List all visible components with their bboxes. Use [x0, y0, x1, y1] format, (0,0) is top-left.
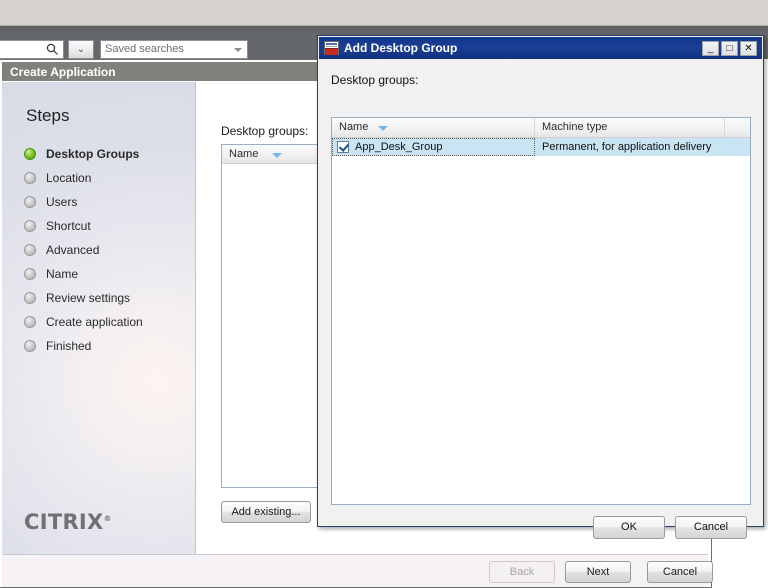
step-bullet-icon [24, 220, 36, 232]
next-label: Next [586, 566, 610, 578]
table-cell-name-label: App_Desk_Group [355, 141, 443, 153]
add-existing-label: Add existing... [231, 506, 301, 518]
sort-descending-icon [378, 126, 388, 131]
column-header-spacer [725, 118, 750, 137]
desktop-group-icon [324, 41, 339, 55]
step-label: Name [46, 267, 79, 281]
step-bullet-icon [24, 244, 36, 256]
wizard-steps-panel: Steps Desktop Groups Location Users Shor… [2, 82, 196, 554]
step-item-desktop-groups[interactable]: Desktop Groups [24, 142, 194, 166]
dialog-cancel-label: Cancel [693, 521, 729, 533]
citrix-logo-text: CITRIX [24, 510, 104, 534]
back-label: Back [509, 566, 535, 578]
column-header-machine-type-label: Machine type [542, 121, 608, 133]
step-item-location[interactable]: Location [24, 166, 194, 190]
wizard-footer: Back Next Cancel [2, 554, 713, 587]
saved-searches-label: Saved searches [105, 43, 184, 55]
step-label: Desktop Groups [46, 147, 140, 161]
step-label: Create application [46, 315, 143, 329]
dialog-title-text: Add Desktop Group [344, 41, 458, 55]
column-header-machine-type[interactable]: Machine type [535, 118, 725, 137]
step-label: Location [46, 171, 92, 185]
step-item-advanced[interactable]: Advanced [24, 238, 194, 262]
dialog-label-post: roups: [385, 73, 419, 87]
step-item-users[interactable]: Users [24, 190, 194, 214]
desktop-groups-table[interactable]: Name Machine type App_Desk_Group Permane… [331, 117, 751, 505]
column-header-name-label: Name [339, 121, 369, 133]
table-header-row: Name Machine type [332, 118, 750, 138]
wizard-cancel-button[interactable]: Cancel [647, 561, 713, 583]
wizard-desktop-groups-label: Desktop groups: [221, 124, 309, 138]
step-label: Advanced [46, 243, 100, 257]
table-cell-machine-type: Permanent, for application delivery [542, 141, 712, 153]
step-label: Finished [46, 339, 92, 353]
console-toolbar [0, 0, 768, 26]
step-bullet-icon [24, 196, 36, 208]
step-bullet-icon [24, 148, 36, 160]
search-icon [46, 43, 59, 56]
step-item-shortcut[interactable]: Shortcut [24, 214, 194, 238]
steps-heading: Steps [26, 106, 70, 125]
step-bullet-icon [24, 316, 36, 328]
minimize-icon[interactable]: _ [702, 41, 719, 56]
dialog-label-pre: Desktop [331, 73, 379, 87]
citrix-logo: CITRIX® [24, 510, 112, 534]
step-label: Review settings [46, 291, 131, 305]
column-header-name[interactable]: Name [332, 118, 535, 137]
dialog-title-bar[interactable]: Add Desktop Group _ □ ✕ [319, 37, 762, 59]
search-options-dropdown-button[interactable]: ⌄ [68, 40, 94, 59]
step-label: Users [46, 195, 78, 209]
step-item-create-application[interactable]: Create application [24, 310, 194, 334]
add-desktop-group-dialog: Add Desktop Group _ □ ✕ Desktop groups: … [317, 35, 764, 539]
screen: ⌄ Saved searches Create Application Step… [0, 0, 768, 588]
step-label: Shortcut [46, 219, 91, 233]
chevron-down-icon [234, 48, 242, 52]
step-item-review-settings[interactable]: Review settings [24, 286, 194, 310]
step-item-name[interactable]: Name [24, 262, 194, 286]
wizard-cancel-label: Cancel [662, 566, 698, 578]
add-existing-button[interactable]: Add existing... [221, 501, 311, 523]
step-bullet-icon [24, 268, 36, 280]
next-button[interactable]: Next [565, 561, 631, 583]
ok-label: OK [621, 521, 637, 533]
step-bullet-icon [24, 172, 36, 184]
citrix-logo-trademark: ® [103, 514, 112, 523]
row-checkbox-checked-icon[interactable] [337, 141, 349, 153]
steps-list: Desktop Groups Location Users Shortcut A… [24, 142, 194, 358]
saved-searches-combobox[interactable]: Saved searches [100, 40, 248, 59]
sort-descending-icon [272, 153, 282, 158]
step-bullet-icon [24, 292, 36, 304]
maximize-icon[interactable]: □ [721, 41, 738, 56]
chevron-double-down-icon: ⌄ [76, 44, 86, 55]
wizard-title-text: Create Application [10, 65, 116, 79]
dialog-body: Desktop groups: Name Machine type App_De… [319, 59, 762, 539]
table-cell-name[interactable]: App_Desk_Group [332, 138, 535, 156]
dialog-cancel-button[interactable]: Cancel [675, 516, 747, 539]
ok-button[interactable]: OK [593, 516, 665, 539]
table-row[interactable]: App_Desk_Group Permanent, for applicatio… [332, 138, 750, 156]
step-item-finished[interactable]: Finished [24, 334, 194, 358]
close-icon[interactable]: ✕ [740, 41, 757, 56]
wizard-list-column-name-label: Name [229, 148, 259, 160]
back-button: Back [489, 561, 555, 583]
step-bullet-icon [24, 340, 36, 352]
dialog-desktop-groups-label: Desktop groups: [331, 73, 418, 87]
